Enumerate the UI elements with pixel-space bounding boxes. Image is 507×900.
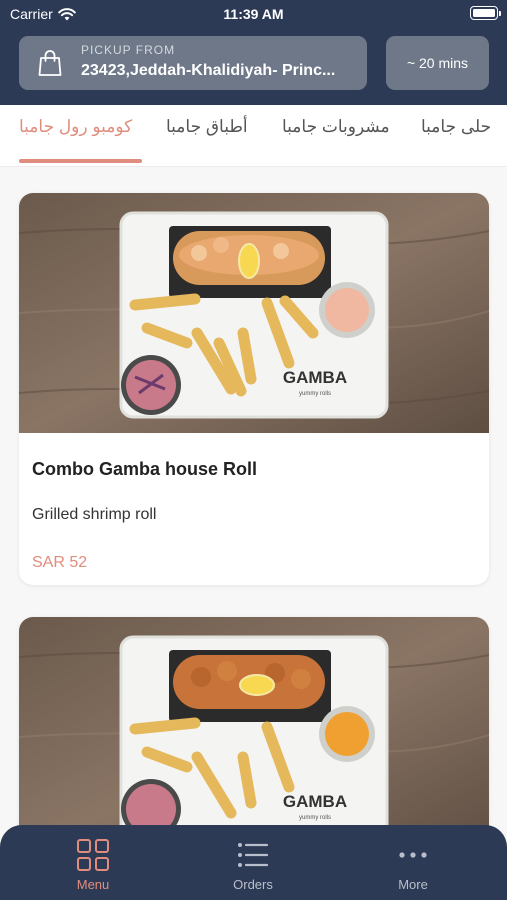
tab-gamba-drinks[interactable]: مشروبات جامبا	[282, 117, 390, 137]
list-icon	[238, 843, 269, 867]
tab-gamba-roll-combo[interactable]: كومبو رول جامبا	[19, 117, 132, 137]
menu-item-image: GAMBA yummy rolls	[19, 617, 489, 857]
pickup-label: PICKUP FROM	[81, 43, 176, 57]
menu-item-card[interactable]: GAMBA yummy rolls Combo Gamba house Roll…	[19, 193, 489, 585]
more-dots-icon	[399, 852, 427, 858]
tray-tagline: yummy rolls	[299, 391, 331, 397]
category-tabs: كومبو رول جامبا أطباق جامبا مشروبات جامب…	[0, 105, 507, 167]
nav-orders[interactable]: Orders	[193, 839, 313, 892]
menu-item-image: GAMBA yummy rolls	[19, 193, 489, 433]
pickup-location-button[interactable]: PICKUP FROM 23423,Jeddah-Khalidiyah- Pri…	[19, 36, 367, 90]
status-bar: Carrier 11:39 AM	[0, 0, 507, 30]
tab-gamba-dishes[interactable]: أطباق جامبا	[166, 117, 248, 137]
app-header: Carrier 11:39 AM PICKUP FROM 23423,Jedda…	[0, 0, 507, 105]
active-tab-indicator	[19, 159, 142, 163]
nav-more-label: More	[398, 877, 428, 892]
nav-menu-label: Menu	[76, 877, 110, 892]
status-time: 11:39 AM	[223, 6, 284, 22]
bottom-navigation: Menu Orders More	[0, 825, 507, 900]
eta-button[interactable]: ~ 20 mins	[386, 36, 489, 90]
shopping-bag-icon	[38, 50, 62, 76]
menu-item-price: SAR 52	[32, 554, 88, 571]
nav-orders-label: Orders	[233, 877, 273, 892]
menu-item-title: Combo Gamba house Roll	[32, 459, 258, 479]
tray-brand-logo: GAMBA	[283, 792, 347, 811]
battery-icon	[470, 6, 501, 20]
grid-icon	[77, 839, 109, 871]
nav-more[interactable]: More	[353, 839, 473, 892]
tray-brand-logo: GAMBA	[283, 368, 347, 387]
nav-menu[interactable]: Menu	[33, 839, 153, 892]
tray-tagline: yummy rolls	[299, 815, 331, 821]
menu-item-description: Grilled shrimp roll	[32, 506, 157, 523]
tab-gamba-desserts[interactable]: حلى جامبا	[421, 117, 491, 137]
pickup-address: 23423,Jeddah-Khalidiyah- Princ...	[81, 62, 336, 79]
